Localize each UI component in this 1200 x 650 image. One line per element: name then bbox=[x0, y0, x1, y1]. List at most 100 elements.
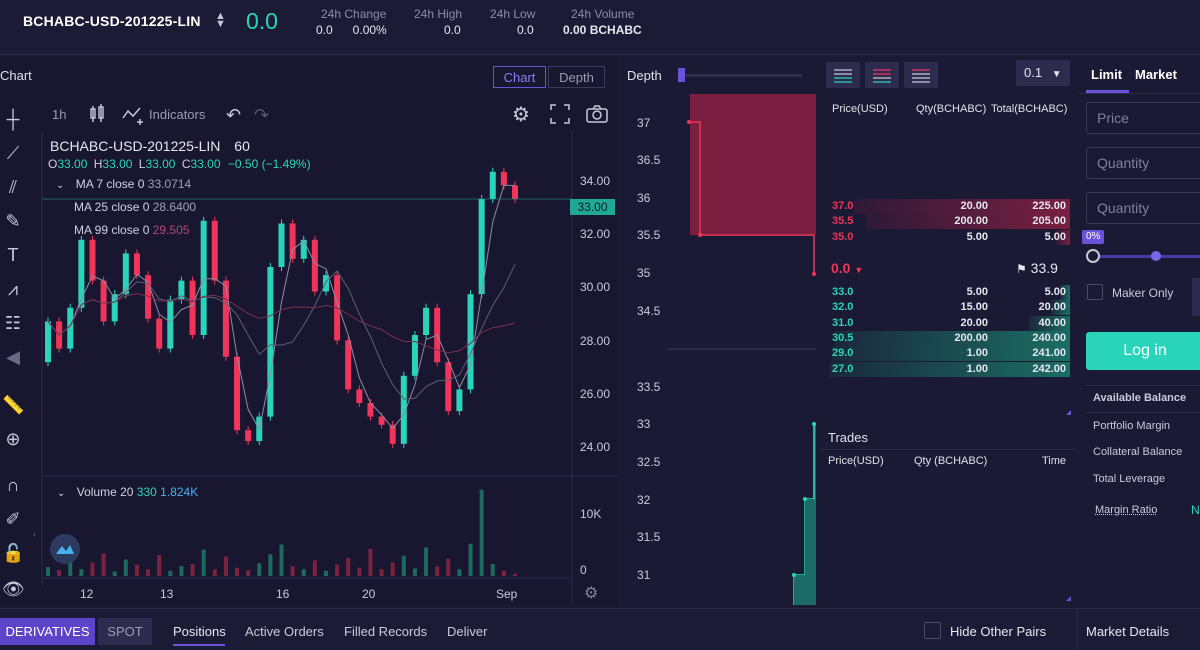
quantity-slider[interactable] bbox=[1086, 249, 1200, 263]
price-chart[interactable] bbox=[0, 56, 617, 605]
resize-corner-icon[interactable] bbox=[1066, 596, 1071, 601]
orderbook-row[interactable]: 29.0 1.00 241.00 bbox=[830, 346, 1070, 361]
volume-bar bbox=[135, 565, 139, 576]
volume-bar bbox=[57, 570, 61, 576]
volume-value-a: 330 bbox=[137, 485, 157, 499]
row-total: 5.00 bbox=[1045, 231, 1066, 243]
volume-bar bbox=[46, 567, 50, 576]
mid-price: 0.0 ▼ bbox=[831, 260, 863, 276]
volume-tick: 0 bbox=[580, 563, 587, 577]
orderbook-row[interactable]: 32.0 15.00 20.00 bbox=[830, 300, 1070, 315]
pair-selector[interactable]: BCHABC-USD-201225-LIN bbox=[23, 13, 201, 29]
depth-tick: 31.5 bbox=[637, 530, 660, 544]
volume-bar bbox=[90, 563, 94, 577]
volume-bar bbox=[179, 566, 183, 576]
derivatives-tab[interactable]: DERIVATIVES bbox=[0, 618, 95, 645]
tab-market[interactable]: Market bbox=[1135, 67, 1177, 82]
book-view-asks-icon[interactable] bbox=[865, 62, 899, 88]
tab-active-orders[interactable]: Active Orders bbox=[245, 624, 324, 639]
candle bbox=[101, 281, 107, 322]
depth-tick: 35 bbox=[637, 266, 650, 280]
divider bbox=[1077, 609, 1078, 650]
slider-percent-badge: 0% bbox=[1082, 230, 1104, 244]
orderbook-row[interactable]: 27.0 1.00 242.00 bbox=[830, 362, 1070, 377]
volume-tick: 10K bbox=[580, 507, 601, 521]
volume-bar bbox=[257, 563, 261, 576]
volume-bar bbox=[435, 566, 439, 576]
ma25-line bbox=[48, 264, 515, 399]
candle bbox=[423, 308, 429, 335]
trades-title: Trades bbox=[828, 430, 868, 445]
candle bbox=[45, 321, 51, 362]
candle bbox=[223, 281, 229, 357]
volume-bar bbox=[368, 549, 372, 576]
divider bbox=[820, 449, 1075, 450]
time-tick: 13 bbox=[160, 587, 173, 601]
orderbook-row[interactable]: 30.5 200.00 240.00 bbox=[830, 331, 1070, 346]
depth-chart[interactable] bbox=[620, 94, 816, 605]
spot-tab[interactable]: SPOT bbox=[98, 618, 152, 645]
ob-col-qty: Qty(BCHABC) bbox=[916, 103, 986, 115]
orderbook-row[interactable]: 35.5 200.00 205.00 bbox=[830, 214, 1070, 229]
trades-col-time: Time bbox=[1042, 455, 1066, 467]
candle bbox=[512, 185, 518, 199]
stat-label-change: 24h Change bbox=[321, 7, 386, 21]
volume-bar bbox=[168, 571, 172, 576]
time-tick: Sep bbox=[496, 587, 517, 601]
volume-bar bbox=[102, 554, 106, 577]
volume-bar bbox=[313, 560, 317, 576]
price-tick: 32.00 bbox=[580, 227, 610, 241]
ob-col-total: Total(BCHABC) bbox=[991, 103, 1067, 115]
candle bbox=[245, 430, 251, 441]
orderbook-row[interactable]: 37.0 20.00 225.00 bbox=[830, 199, 1070, 214]
row-total: 225.00 bbox=[1032, 200, 1066, 212]
order-side-toggle[interactable] bbox=[1192, 278, 1200, 316]
book-view-both-icon[interactable] bbox=[826, 62, 860, 88]
row-price: 33.0 bbox=[832, 286, 853, 298]
quantity-input-2[interactable]: Quantity bbox=[1086, 192, 1200, 224]
margin-ratio-label[interactable]: Margin Ratio bbox=[1095, 504, 1157, 516]
volume-bar bbox=[157, 555, 161, 576]
depth-zoom-slider[interactable] bbox=[678, 68, 802, 82]
volume-bar bbox=[413, 569, 417, 577]
candle bbox=[123, 253, 129, 294]
volume-collapse-icon[interactable]: ⌄ bbox=[57, 488, 65, 499]
depth-tick: 37 bbox=[637, 116, 650, 130]
volume-bar bbox=[324, 571, 328, 576]
tradingview-logo-icon[interactable] bbox=[50, 534, 80, 564]
login-button[interactable]: Log in bbox=[1086, 332, 1200, 370]
depth-tick: 36 bbox=[637, 191, 650, 205]
order-form-panel: Limit Market bbox=[1078, 56, 1200, 605]
candle bbox=[190, 281, 196, 335]
axis-settings-icon[interactable]: ⚙ bbox=[584, 583, 598, 603]
top-bar: BCHABC-USD-201225-LIN ▲ ▼ 0.0 24h Change … bbox=[0, 0, 1200, 55]
volume-bar bbox=[424, 548, 428, 577]
margin-ratio-value: N bbox=[1191, 503, 1200, 517]
orderbook-row[interactable]: 31.0 20.00 40.00 bbox=[830, 316, 1070, 331]
tab-positions-underline bbox=[173, 644, 225, 646]
volume-bar bbox=[346, 558, 350, 576]
book-view-bids-icon[interactable] bbox=[904, 62, 938, 88]
sort-icon[interactable]: ▲ ▼ bbox=[215, 12, 226, 28]
volume-bar bbox=[480, 490, 484, 576]
quantity-input[interactable]: Quantity bbox=[1086, 147, 1200, 179]
depth-tick: 36.5 bbox=[637, 153, 660, 167]
hide-other-pairs-label: Hide Other Pairs bbox=[950, 624, 1046, 639]
row-price: 27.0 bbox=[832, 363, 853, 375]
orderbook-row[interactable]: 35.0 5.00 5.00 bbox=[830, 230, 1070, 245]
orderbook-row[interactable]: 33.0 5.00 5.00 bbox=[830, 285, 1070, 300]
chart-panel: Chart Chart Depth 1h Indicators ↶ ↷ ⚙ ┼ … bbox=[0, 56, 617, 605]
volume-bar bbox=[246, 570, 250, 576]
price-input[interactable]: Price bbox=[1086, 102, 1200, 134]
hide-other-pairs-checkbox[interactable] bbox=[924, 622, 941, 639]
tab-deliver[interactable]: Deliver bbox=[447, 624, 487, 639]
tab-filled-records[interactable]: Filled Records bbox=[344, 624, 427, 639]
maker-only-checkbox[interactable] bbox=[1087, 284, 1103, 300]
resize-corner-icon[interactable] bbox=[1066, 410, 1071, 415]
trades-panel: Trades Price(USD) Qty (BCHABC) Time bbox=[820, 422, 1075, 605]
tab-limit[interactable]: Limit bbox=[1091, 67, 1122, 82]
orderbook-panel: 0.1 ▼ Price(USD) Qty(BCHABC) Total(BCHAB… bbox=[820, 56, 1075, 420]
candle bbox=[279, 223, 285, 267]
tab-positions[interactable]: Positions bbox=[173, 624, 226, 639]
step-select[interactable]: 0.1 ▼ bbox=[1016, 60, 1070, 86]
